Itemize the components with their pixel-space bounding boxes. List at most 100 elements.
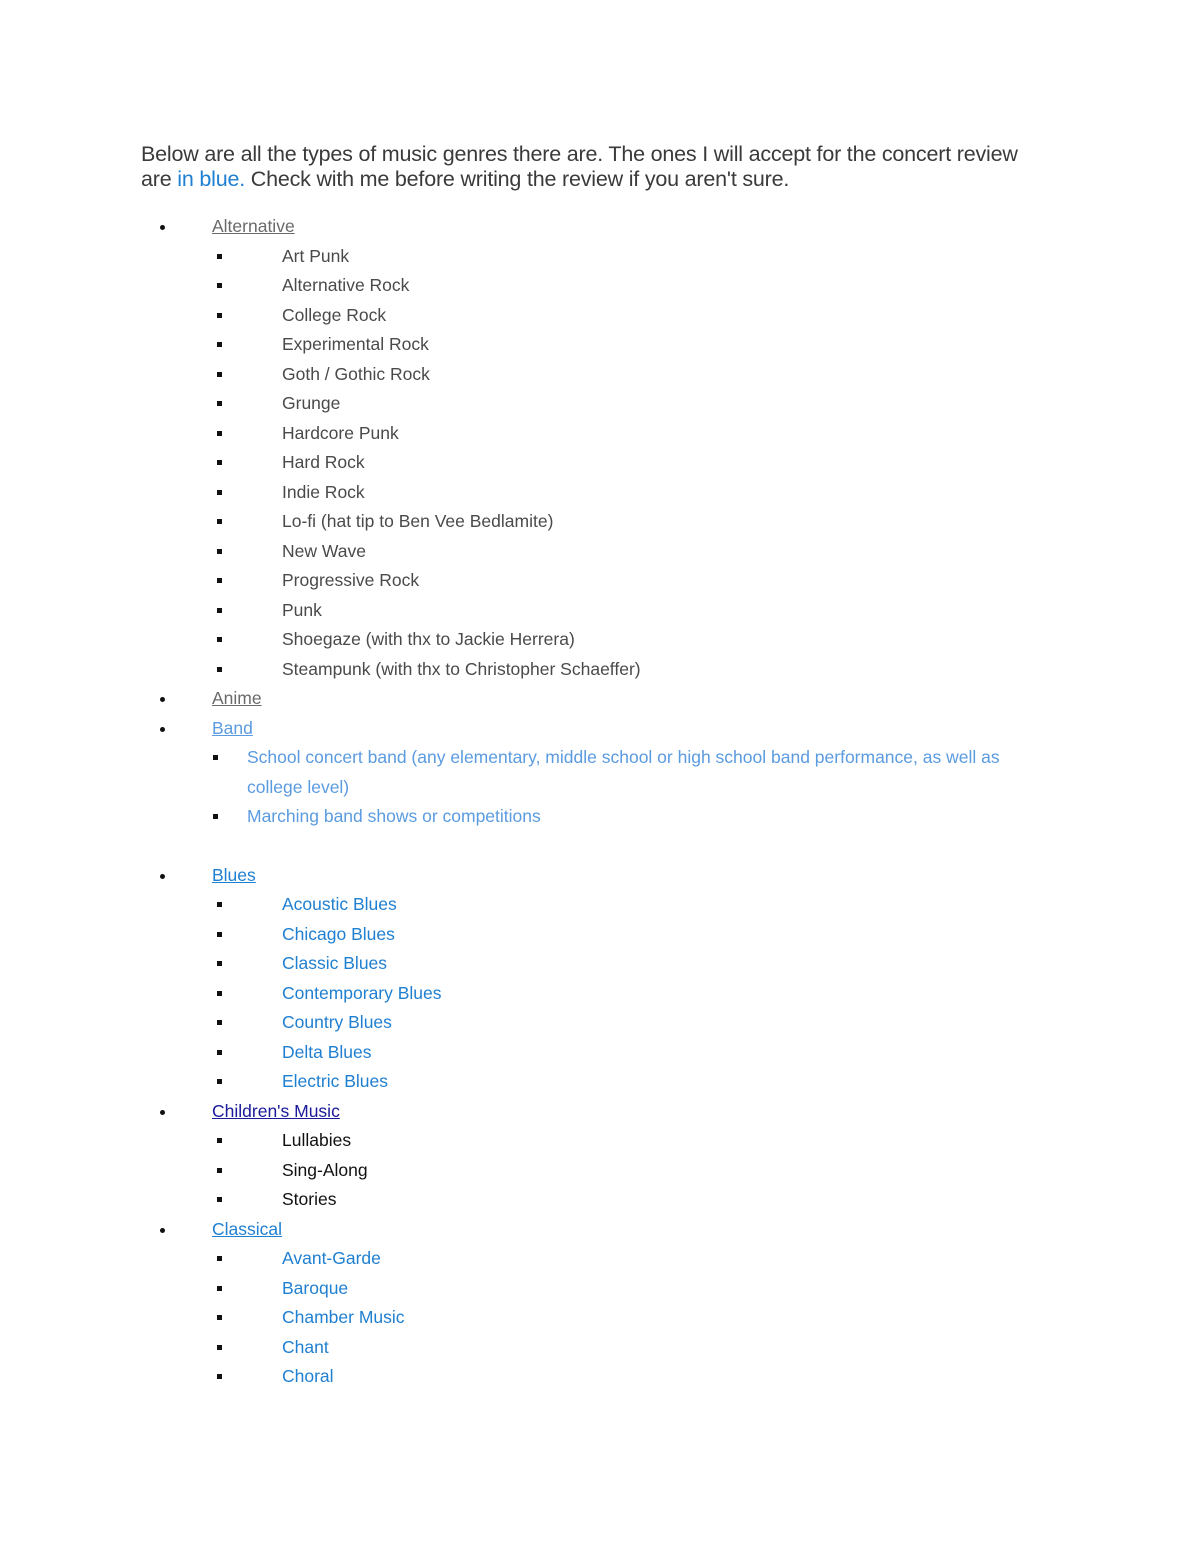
square-bullet-icon [217,430,222,436]
square-bullet-icon [217,607,222,613]
category-childrens-music: Children's Music [0,1097,1200,1127]
category-link-alternative[interactable]: Alternative [212,212,295,242]
square-bullet-icon [217,460,222,465]
genre-label: Grunge [282,393,341,413]
genre-label: Indie Rock [282,481,365,502]
square-bullet-icon [217,961,222,966]
list-item: Lo-fi (hat tip to Ben Vee Bedlamite) [0,507,1200,537]
list-item: Avant-Garde [0,1244,1200,1274]
square-bullet-icon [217,371,222,377]
list-item: Acoustic Blues [0,890,1200,920]
genre-label: College Rock [282,304,387,325]
genre-label: Chant [282,1336,329,1357]
square-bullet-icon [217,637,222,642]
genre-label: Chamber Music [282,1307,405,1327]
bullet-icon [160,726,165,732]
genre-label: Progressive Rock [282,570,420,590]
square-bullet-icon [217,1197,222,1202]
list-item: Alternative Rock [0,271,1200,301]
list-item: New Wave [0,537,1200,567]
genre-label: Marching band shows or competitions [247,806,541,826]
category-alternative: Alternative [0,212,1200,242]
bullet-icon [160,225,165,230]
category-band: Band [0,714,1200,744]
genre-label: Chicago Blues [282,923,395,944]
square-bullet-icon [217,1167,222,1173]
bullet-icon [160,873,165,879]
list-item: Experimental Rock [0,330,1200,360]
list-item: School concert band (any elementary, mid… [0,743,1200,802]
bullet-icon [160,697,165,702]
genre-label: Contemporary Blues [282,982,442,1003]
list-item: Chant [0,1333,1200,1363]
list-item: Chicago Blues [0,920,1200,950]
category-classical: Classical [0,1215,1200,1245]
genre-label: Art Punk [282,245,350,266]
genre-label: Sing-Along [282,1159,368,1180]
category-link-classical[interactable]: Classical [212,1215,282,1245]
intro-text-end: Check with me before writing the review … [244,167,790,191]
list-item: Country Blues [0,1008,1200,1038]
list-item: Shoegaze (with thx to Jackie Herrera) [0,625,1200,655]
category-anime: Anime [0,684,1200,714]
list-item: Chamber Music [0,1303,1200,1333]
square-bullet-icon [217,1374,222,1379]
category-link-childrens-music[interactable]: Children's Music [212,1097,340,1127]
square-bullet-icon [217,931,222,937]
genre-label: New Wave [282,540,366,561]
genre-label: Acoustic Blues [282,894,397,914]
square-bullet-icon [217,519,222,524]
square-bullet-icon [217,548,222,554]
list-item: Sing-Along [0,1156,1200,1186]
intro-paragraph: Below are all the types of music genres … [141,142,1041,192]
square-bullet-icon [217,666,222,672]
genre-label: Alternative Rock [282,275,410,295]
list-item: Electric Blues [0,1067,1200,1097]
category-link-anime[interactable]: Anime [212,684,262,714]
genre-label: Choral [282,1366,334,1386]
list-item: Contemporary Blues [0,979,1200,1009]
list-item: Classic Blues [0,949,1200,979]
square-bullet-icon [217,401,222,406]
list-item: Hardcore Punk [0,419,1200,449]
square-bullet-icon [217,990,222,996]
genre-list: Alternative Art Punk Alternative Rock Co… [0,212,1200,1392]
list-item: Delta Blues [0,1038,1200,1068]
genre-label: Electric Blues [282,1071,389,1091]
square-bullet-icon [217,1049,222,1055]
category-link-band[interactable]: Band [212,714,253,744]
list-item: Grunge [0,389,1200,419]
list-item: Indie Rock [0,478,1200,508]
square-bullet-icon [213,755,218,760]
category-link-blues[interactable]: Blues [212,861,256,891]
square-bullet-icon [217,1256,222,1261]
list-item: Marching band shows or competitions [0,802,1200,832]
square-bullet-icon [217,1285,222,1291]
bullet-icon [160,1109,165,1115]
genre-label: Classic Blues [282,953,388,973]
list-item: Goth / Gothic Rock [0,360,1200,390]
category-blues: Blues [0,861,1200,891]
square-bullet-icon [213,814,218,819]
genre-label: Country Blues [282,1012,392,1032]
genre-label: Goth / Gothic Rock [282,363,430,384]
genre-label: Steampunk (with thx to Christopher Schae… [282,658,641,679]
list-item: Progressive Rock [0,566,1200,596]
square-bullet-icon [217,1315,222,1320]
bullet-icon [160,1227,165,1233]
genre-label: Shoegaze (with thx to Jackie Herrera) [282,629,575,649]
genre-label: School concert band (any elementary, mid… [247,747,1000,797]
square-bullet-icon [217,1138,222,1143]
square-bullet-icon [217,1079,222,1084]
list-item: Art Punk [0,242,1200,272]
square-bullet-icon [217,1344,222,1350]
genre-label: Punk [282,599,322,620]
list-item: College Rock [0,301,1200,331]
square-bullet-icon [217,283,222,288]
intro-highlight-blue: in blue. [177,167,245,191]
square-bullet-icon [217,902,222,907]
list-item: Punk [0,596,1200,626]
list-item: Hard Rock [0,448,1200,478]
genre-label: Experimental Rock [282,334,429,354]
square-bullet-icon [217,342,222,347]
